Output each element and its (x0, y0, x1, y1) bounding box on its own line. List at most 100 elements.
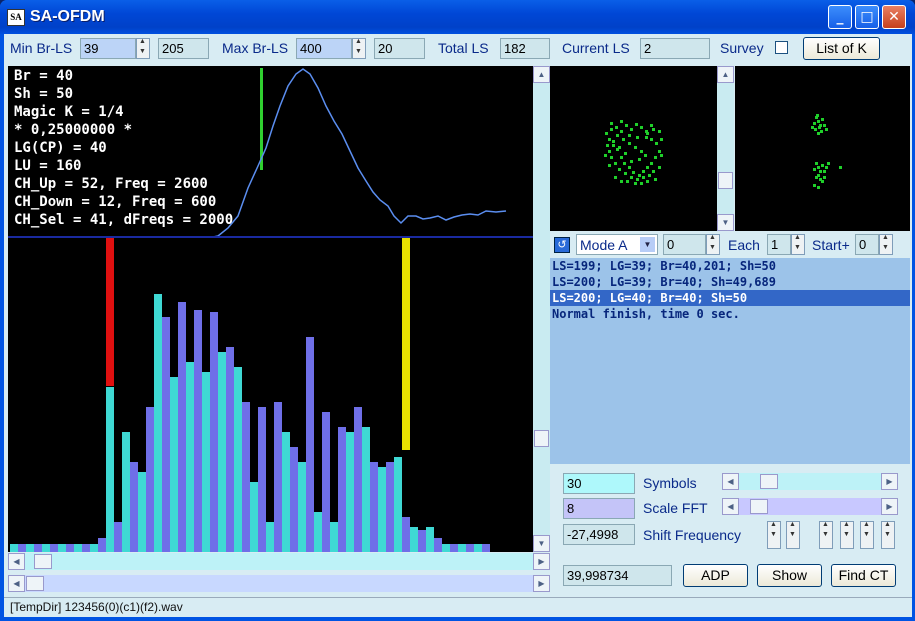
constellation-point (610, 128, 613, 131)
min-br-ls-spinner[interactable] (136, 38, 150, 59)
info-line: CH_Up = 52, Freq = 2600 (14, 176, 208, 192)
log-list[interactable]: LS=199; LG=39; Br=40,201; Sh=50 LS=200; … (550, 258, 910, 464)
spectrum-bar (226, 347, 234, 552)
constellation-point (821, 118, 824, 121)
client-area: Min Br-LS 39 205 Max Br-LS 400 20 Total … (4, 34, 912, 617)
result-value: 39,998734 (563, 565, 672, 586)
constellation-point (612, 144, 615, 147)
log-item[interactable]: LS=199; LG=39; Br=40,201; Sh=50 (550, 258, 910, 274)
survey-checkbox[interactable] (775, 41, 788, 54)
scroll-right-icon[interactable]: ▶ (533, 575, 550, 592)
find-ct-button[interactable]: Find CT (831, 564, 896, 587)
constellation-point (817, 166, 820, 169)
slider-thumb[interactable] (760, 474, 778, 489)
maximize-button[interactable]: □ (855, 5, 879, 29)
spectrum-vscroll[interactable]: ▲ ▼ (533, 66, 550, 552)
info-line: Magic K = 1/4 (14, 104, 124, 120)
refresh-icon[interactable]: ↺ (554, 237, 570, 253)
scale-fft-input[interactable]: 8 (563, 498, 635, 519)
mode-select[interactable]: Mode A ▼ (576, 234, 658, 255)
total-ls-value: 182 (500, 38, 550, 59)
scroll-up-icon[interactable]: ▲ (717, 66, 734, 83)
constellation-vscroll[interactable]: ▲ ▼ (717, 66, 734, 231)
spectrum-hscroll-1[interactable]: ◀ ▶ (8, 553, 550, 570)
shift-coarse-spinner[interactable] (767, 521, 781, 549)
each-spinner[interactable] (791, 234, 805, 255)
scroll-thumb[interactable] (718, 172, 733, 189)
shift-fine-spinner[interactable] (786, 521, 800, 549)
close-button[interactable]: ✕ (882, 5, 906, 29)
constellation-point (819, 170, 822, 173)
constellation-point (818, 126, 821, 129)
minimize-button[interactable]: _ (828, 5, 852, 29)
scroll-down-icon[interactable]: ▼ (717, 214, 734, 231)
shift-spinner-b[interactable] (840, 521, 854, 549)
constellation-point (813, 122, 816, 125)
constellation-right-dots (811, 114, 842, 189)
max-br-ls-input[interactable]: 400 (296, 38, 352, 59)
log-item[interactable]: LS=200; LG=40; Br=40; Sh=50 (550, 290, 910, 306)
spectrum-bar (322, 412, 330, 552)
spectrum-bar (466, 544, 474, 552)
min-br-ls-input[interactable]: 39 (80, 38, 136, 59)
scroll-right-icon[interactable]: ▶ (881, 498, 898, 515)
slider-thumb[interactable] (750, 499, 768, 514)
constellation-point (827, 162, 830, 165)
shift-spinner-c[interactable] (860, 521, 874, 549)
scroll-thumb[interactable] (26, 576, 44, 591)
title-bar[interactable]: SA SA-OFDM _ □ ✕ (0, 0, 915, 34)
shift-frequency-input[interactable]: -27,4998 (563, 524, 635, 545)
scale-fft-label: Scale FFT (643, 500, 708, 516)
log-item[interactable]: LS=200; LG=39; Br=40; Sh=49,689 (550, 274, 910, 290)
scroll-up-icon[interactable]: ▲ (533, 66, 550, 83)
list-of-k-button[interactable]: List of K (803, 37, 880, 60)
chevron-down-icon[interactable]: ▼ (640, 237, 655, 252)
log-item[interactable]: Normal finish, time 0 sec. (550, 306, 910, 322)
scale-fft-slider[interactable]: ◀ ▶ (722, 498, 898, 515)
constellation-point (816, 114, 819, 117)
scroll-down-icon[interactable]: ▼ (533, 535, 550, 552)
constellation-point (628, 134, 631, 137)
constellation-point (604, 154, 607, 157)
constellation-point (624, 152, 627, 155)
spectrum-bars-plot (10, 238, 490, 552)
constellation-point (817, 132, 820, 135)
mode-select-value: Mode A (580, 237, 628, 253)
mode-value-input[interactable]: 0 (663, 234, 706, 255)
scroll-right-icon[interactable]: ▶ (533, 553, 550, 570)
max-br-ls-spinner[interactable] (352, 38, 366, 59)
spectrum-hscroll-2[interactable]: ◀ ▶ (8, 575, 550, 592)
constellation-point (646, 180, 649, 183)
scroll-right-icon[interactable]: ▶ (881, 473, 898, 490)
constellation-point (634, 182, 637, 185)
scroll-left-icon[interactable]: ◀ (722, 498, 739, 515)
scroll-left-icon[interactable]: ◀ (722, 473, 739, 490)
mode-value-spinner[interactable] (706, 234, 720, 255)
scroll-left-icon[interactable]: ◀ (8, 575, 25, 592)
constellation-point (624, 172, 627, 175)
shift-spinner-d[interactable] (881, 521, 895, 549)
each-input[interactable]: 1 (767, 234, 791, 255)
spectrum-bar (26, 544, 34, 552)
start-spinner[interactable] (879, 234, 893, 255)
scroll-left-icon[interactable]: ◀ (8, 553, 25, 570)
start-input[interactable]: 0 (855, 234, 879, 255)
constellation-point (658, 150, 661, 153)
constellation-point (814, 128, 817, 131)
shift-spinner-a[interactable] (819, 521, 833, 549)
constellation-point (652, 170, 655, 173)
adp-button[interactable]: ADP (683, 564, 748, 587)
show-button[interactable]: Show (757, 564, 822, 587)
spectrum-bar (282, 432, 290, 552)
symbols-input[interactable]: 30 (563, 473, 635, 494)
spectrum-bar (162, 317, 170, 552)
spectrum-bar (290, 447, 298, 552)
constellation-point (811, 126, 814, 129)
scroll-thumb[interactable] (534, 430, 549, 447)
spectrum-bar (314, 512, 322, 552)
scroll-thumb[interactable] (34, 554, 52, 569)
spectrum-bar (114, 522, 122, 552)
constellation-point (608, 138, 611, 141)
constellation-point (620, 120, 623, 123)
symbols-slider[interactable]: ◀ ▶ (722, 473, 898, 490)
